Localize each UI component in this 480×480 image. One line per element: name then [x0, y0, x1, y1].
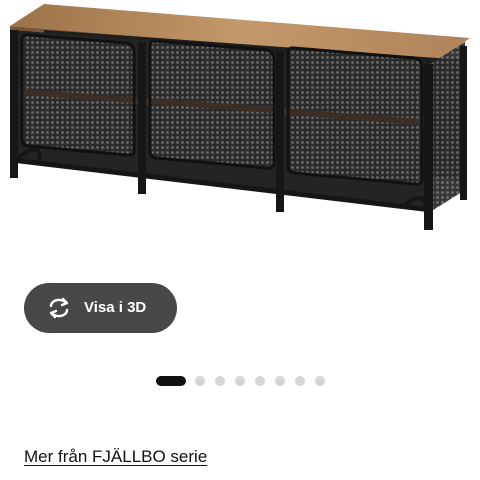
carousel-dot-active[interactable] [156, 376, 186, 386]
carousel-dot[interactable] [235, 376, 245, 386]
carousel-dot[interactable] [275, 376, 285, 386]
carousel-dot[interactable] [215, 376, 225, 386]
image-carousel-dots [156, 376, 335, 386]
view-in-3d-label: Visa i 3D [84, 299, 147, 316]
carousel-dot[interactable] [315, 376, 325, 386]
carousel-dot[interactable] [295, 376, 305, 386]
product-image [10, 4, 470, 230]
carousel-dot[interactable] [255, 376, 265, 386]
view-in-3d-button[interactable]: Visa i 3D [24, 283, 177, 333]
rotate-3d-icon [49, 297, 69, 319]
carousel-dot[interactable] [195, 376, 205, 386]
more-from-series-link[interactable]: Mer från FJÄLLBO serie [24, 447, 207, 467]
